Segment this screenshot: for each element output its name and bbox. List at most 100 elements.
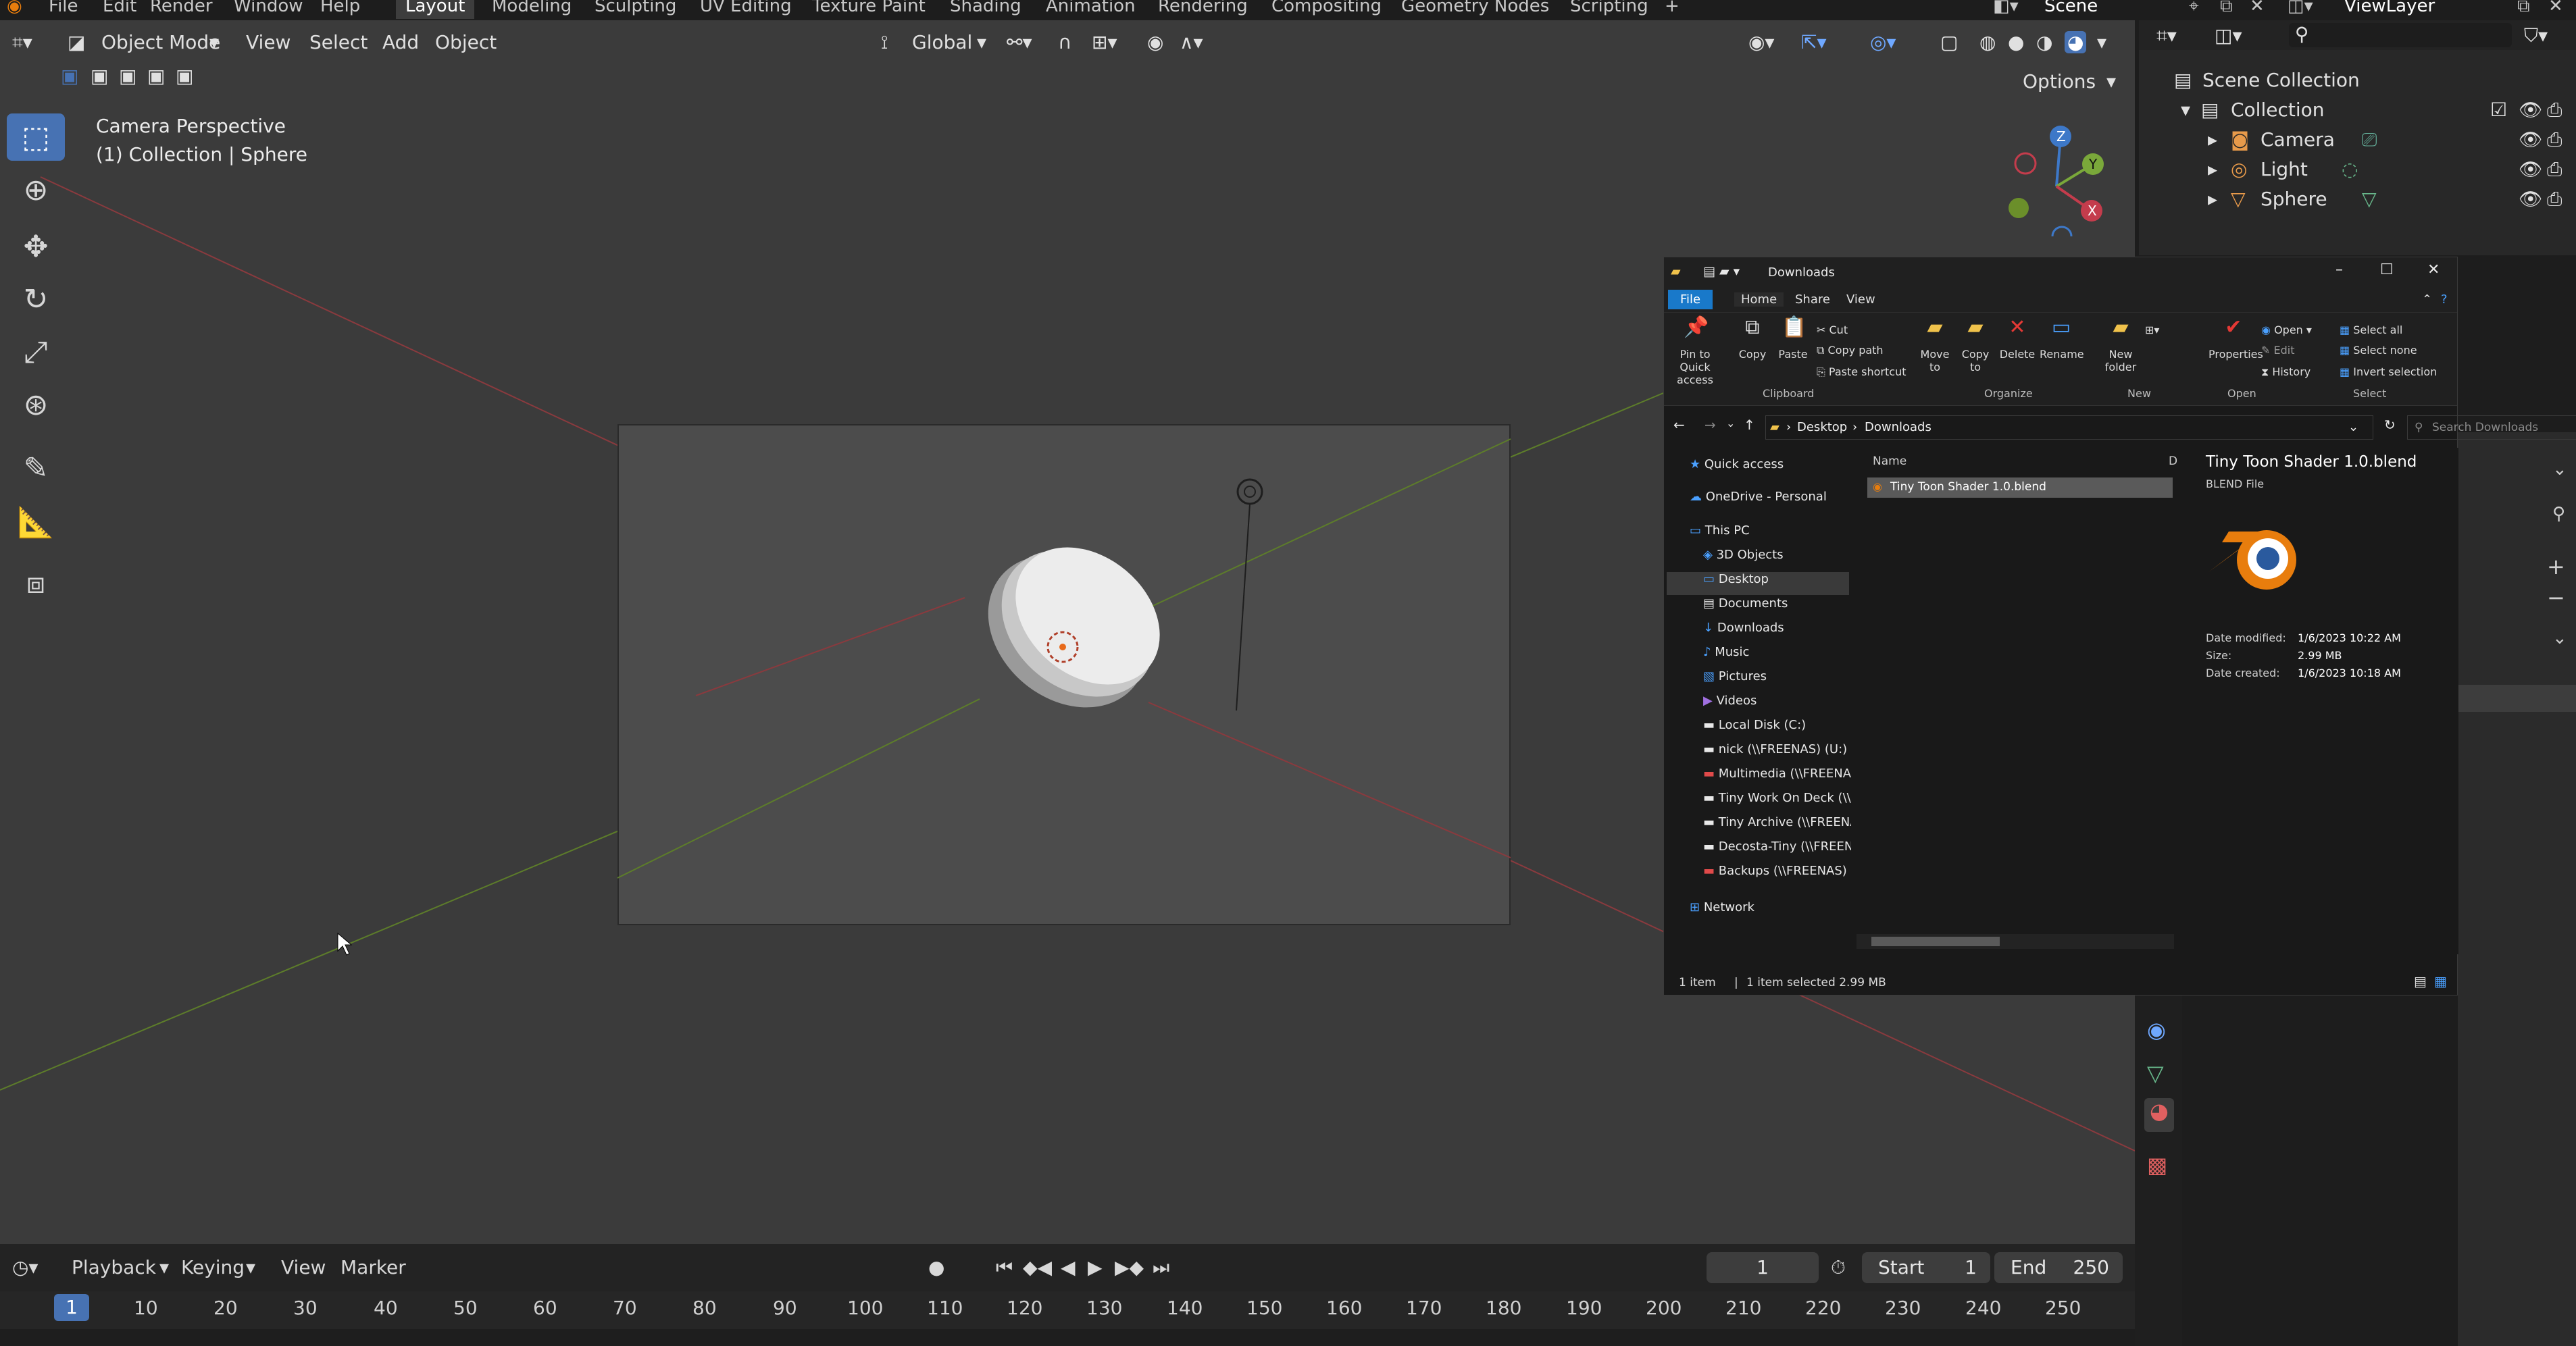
add-workspace-button[interactable]: + <box>1665 0 1680 16</box>
nav-network-drive-decosta[interactable]: ▬ Decosta-Tiny (\\FREENAS <box>1703 839 1869 854</box>
nav-desktop[interactable]: ▭ Desktop <box>1703 572 1769 586</box>
timeline-editor-icon[interactable]: ◷▾ <box>12 1256 39 1278</box>
wireframe-shading-icon[interactable]: ◍ <box>1979 31 1996 53</box>
view-layer-name[interactable]: ViewLayer <box>2344 0 2435 16</box>
properties-button[interactable]: ✔ Properties <box>2208 317 2263 361</box>
current-frame-field[interactable]: 1 <box>1707 1252 1819 1283</box>
breadcrumb-desktop[interactable]: Desktop <box>1797 416 1847 439</box>
outliner-row-sphere[interactable]: ▸ ▽ Sphere ▽ 👁 ⎙ <box>2139 184 2576 213</box>
select-tool-icon[interactable]: ⬚ <box>7 113 65 161</box>
falloff-icon[interactable]: ∧▾ <box>1180 31 1203 53</box>
outliner-row-collection[interactable]: ▾ ▤ Collection ☑ 👁 ⎙ <box>2139 95 2576 124</box>
invert-selection-button[interactable]: ▦ Invert selection <box>2340 365 2437 378</box>
nav-network[interactable]: ⊞ Network <box>1690 900 1754 914</box>
copy-to-button[interactable]: ▰ Copy to <box>1957 317 1994 374</box>
menu-window[interactable]: Window <box>234 0 303 16</box>
nav-network-drive-tiny-archive[interactable]: ▬ Tiny Archive (\\FREENAS) <box>1703 815 1871 829</box>
column-header-name[interactable]: Name <box>1873 455 1906 468</box>
proportional-editing-icon[interactable]: ◉ <box>1147 31 1163 53</box>
move-to-button[interactable]: ▰ Move to <box>1917 317 1953 374</box>
pin-icon[interactable]: ⚲ <box>2552 504 2565 524</box>
collapse-ribbon-icon[interactable]: ⌃ <box>2422 292 2432 307</box>
menu-render[interactable]: Render <box>150 0 213 16</box>
start-frame-field[interactable]: Start 1 <box>1862 1252 1990 1283</box>
workspace-tab-texture-paint[interactable]: Texture Paint <box>812 0 926 16</box>
tab-share[interactable]: Share <box>1795 292 1830 307</box>
menu-add[interactable]: Add <box>382 31 419 53</box>
select-invert-icon[interactable]: ▣ <box>147 65 165 87</box>
material-shading-icon[interactable]: ◑ <box>2036 31 2052 53</box>
nav-network-drive-u[interactable]: ▬ nick (\\FREENAS) (U:) <box>1703 742 1847 756</box>
properties-field[interactable] <box>2458 685 2576 712</box>
column-header-date[interactable]: D <box>2169 455 2177 468</box>
new-view-layer-icon[interactable]: ⧉ <box>2517 0 2530 17</box>
eye-icon[interactable]: 👁 <box>2519 99 2543 121</box>
rendered-shading-icon[interactable]: ◕ <box>2065 31 2087 53</box>
workspace-tab-uv-editing[interactable]: UV Editing <box>700 0 792 16</box>
transform-orientation-dropdown[interactable]: Global <box>912 31 972 53</box>
address-bar[interactable]: ▰ › Desktop › Downloads ⌄ <box>1765 415 2373 440</box>
menu-keying[interactable]: Keying <box>181 1256 245 1278</box>
menu-marker[interactable]: Marker <box>340 1256 406 1278</box>
play-reverse-icon[interactable]: ◀ <box>1061 1256 1076 1278</box>
overlays-icon[interactable]: ◎▾ <box>1870 31 1896 53</box>
jump-to-start-icon[interactable]: ⏮ <box>996 1256 1013 1279</box>
transform-tool-icon[interactable]: ⊛ <box>7 381 65 428</box>
paste-shortcut-button[interactable]: ⎘ Paste shortcut <box>1817 365 1906 379</box>
details-view-icon[interactable]: ▤ <box>2414 973 2427 989</box>
outliner-row-light[interactable]: ▸ ◎ Light ◌ 👁 ⎙ <box>2139 154 2576 184</box>
menu-view[interactable]: View <box>246 31 291 53</box>
file-row-selected[interactable]: ◉ Tiny Toon Shader 1.0.blend <box>1867 477 2173 498</box>
nav-network-drive-tiny-work[interactable]: ▬ Tiny Work On Deck (\\192 <box>1703 791 1874 805</box>
play-icon[interactable]: ▶ <box>1088 1256 1103 1278</box>
view-layer-icon[interactable]: ◫▾ <box>2288 0 2313 16</box>
nav-pictures[interactable]: ▧ Pictures <box>1703 669 1767 683</box>
help-icon[interactable]: ? <box>2441 292 2448 307</box>
nav-network-drive-multimedia[interactable]: ▬ Multimedia (\\FREENAS) ( <box>1703 767 1872 781</box>
display-mode-icon[interactable]: ◫▾ <box>2215 24 2242 47</box>
stopwatch-icon[interactable]: ⏱ <box>1831 1256 1846 1279</box>
eye-icon[interactable]: 👁 <box>2519 128 2543 151</box>
jump-to-end-icon[interactable]: ⏭ <box>1153 1256 1169 1279</box>
nav-3d-objects[interactable]: ◈ 3D Objects <box>1703 548 1784 562</box>
new-item-icon[interactable]: ⊞▾ <box>2145 323 2159 336</box>
expand-arrow-icon[interactable]: ▸ <box>2208 158 2217 180</box>
material-tab-icon[interactable]: ◕ <box>2144 1098 2174 1132</box>
chevron-down-icon[interactable]: ⌄ <box>2348 416 2358 439</box>
menu-select[interactable]: Select <box>309 31 368 53</box>
xray-icon[interactable]: ▢ <box>1940 31 1958 53</box>
mesh-data-icon[interactable]: ▽ <box>2362 188 2377 210</box>
chevron-down-icon[interactable]: ⌄ <box>2552 459 2567 480</box>
select-box-mode-icon[interactable]: ▣ <box>61 65 78 87</box>
menu-object[interactable]: Object <box>435 31 497 53</box>
nav-videos[interactable]: ▶ Videos <box>1703 694 1757 708</box>
render-camera-icon[interactable]: ⎙ <box>2547 188 2562 211</box>
select-all-button[interactable]: ▦ Select all <box>2340 323 2402 336</box>
tab-home[interactable]: Home <box>1734 292 1784 307</box>
jump-to-next-keyframe-icon[interactable]: ▶◆ <box>1115 1256 1144 1278</box>
render-camera-icon[interactable]: ⎙ <box>2547 128 2562 151</box>
options-dropdown[interactable]: Options <box>2023 70 2096 93</box>
annotate-tool-icon[interactable]: ✎ <box>7 444 65 492</box>
pivot-point-icon[interactable]: ⚯▾ <box>1007 31 1032 53</box>
rename-button[interactable]: ▭ Rename <box>2040 317 2084 361</box>
cut-button[interactable]: ✂ Cut <box>1817 323 1848 336</box>
nav-network-drive-backups[interactable]: ▬ Backups (\\FREENAS) (Z:) <box>1703 864 1873 878</box>
minimize-button[interactable]: – <box>2335 261 2343 278</box>
recent-locations-icon[interactable]: ⌄ <box>1726 417 1735 430</box>
eye-icon[interactable]: 👁 <box>2519 158 2543 180</box>
scene-selector-icon[interactable]: ◧▾ <box>1993 0 2019 16</box>
close-button[interactable]: ✕ <box>2427 261 2440 278</box>
exclude-checkbox[interactable]: ☑ <box>2490 99 2507 121</box>
scale-tool-icon[interactable]: ⤢ <box>7 328 65 376</box>
timeline-ruler[interactable]: 1 10 20 30 40 50 60 70 80 90 100 110 120 130 140 150 16… <box>0 1291 2135 1346</box>
blender-logo-icon[interactable]: ◉ <box>7 0 22 16</box>
cursor-tool-icon[interactable]: ⊕ <box>7 166 65 213</box>
nav-this-pc[interactable]: ▭ This PC <box>1690 523 1750 538</box>
render-camera-icon[interactable]: ⎙ <box>2547 158 2562 181</box>
visibility-icon[interactable]: ◉▾ <box>1748 31 1775 53</box>
chevron-down-icon[interactable]: ⌄ <box>2552 628 2567 648</box>
open-button[interactable]: ◉ Open ▾ <box>2261 323 2312 336</box>
camera-data-icon[interactable]: ⎚ <box>2362 128 2377 151</box>
quick-access-toolbar-icon[interactable]: ▤ ▰ ▾ <box>1703 264 1740 279</box>
